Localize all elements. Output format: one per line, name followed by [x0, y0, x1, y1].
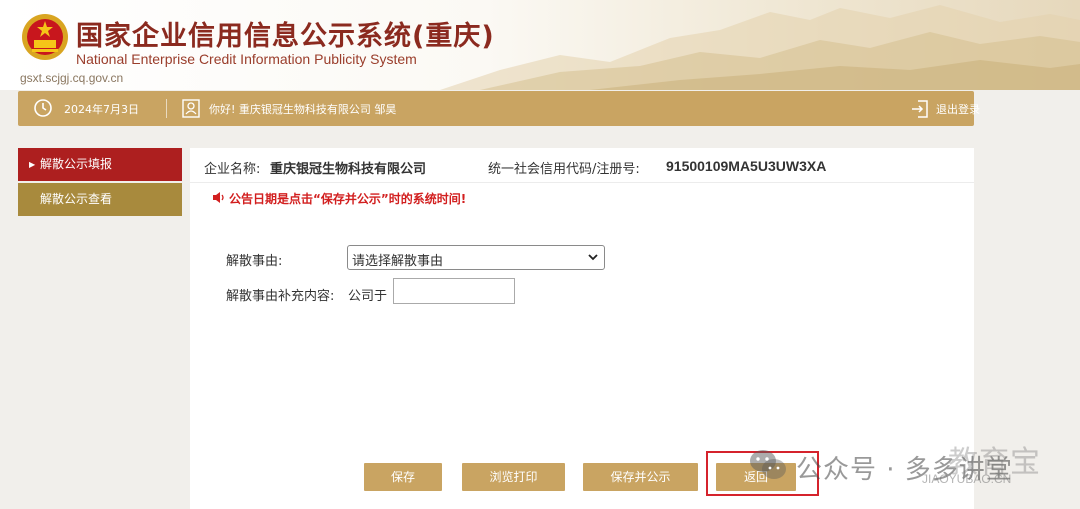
chevron-down-icon — [588, 254, 598, 261]
company-name-label: 企业名称: — [204, 162, 261, 177]
current-date: 2024年7月3日 — [64, 103, 139, 116]
dissolution-reason-select[interactable]: 请选择解散事由 — [347, 245, 605, 270]
company-info-bar: 企业名称: 重庆银冠生物科技有限公司 统一社会信用代码/注册号: 9150010… — [190, 148, 974, 183]
site-url: gsxt.scjgj.cq.gov.cn — [20, 71, 124, 85]
save-button[interactable]: 保存 — [364, 463, 442, 491]
select-value: 请选择解散事由 — [352, 254, 444, 269]
site-subtitle-english: National Enterprise Credit Information P… — [76, 51, 417, 67]
speaker-icon — [213, 192, 224, 203]
logout-icon — [912, 100, 928, 118]
save-publish-button[interactable]: 保存并公示 — [583, 463, 698, 491]
credit-code-label: 统一社会信用代码/注册号: — [488, 162, 640, 177]
user-id-icon — [182, 99, 200, 118]
sidebar-menu: ▶ 解散公示填报 解散公示查看 — [18, 148, 182, 216]
site-title: 国家企业信用信息公示系统(重庆) — [76, 21, 495, 52]
preview-print-button[interactable]: 浏览打印 — [462, 463, 565, 491]
dissolution-reason-label: 解散事由: — [226, 254, 283, 269]
sidebar-item-label: 解散公示填报 — [40, 157, 113, 171]
sidebar-item-label: 解散公示查看 — [40, 192, 113, 206]
user-info-bar: 2024年7月3日 你好! 重庆银冠生物科技有限公司 邹昊 退出登录 — [18, 91, 980, 126]
mountain-landscape-image — [440, 5, 1080, 90]
national-emblem-icon — [22, 14, 68, 60]
sidebar-item-dissolution-fill[interactable]: ▶ 解散公示填报 — [18, 148, 182, 181]
supplement-prefix: 公司于 — [348, 289, 388, 304]
highlight-box — [706, 451, 819, 496]
supplement-date-input[interactable] — [393, 278, 515, 304]
divider — [166, 99, 167, 118]
company-name-value: 重庆银冠生物科技有限公司 — [270, 162, 427, 177]
caret-right-icon: ▶ — [29, 160, 36, 169]
logout-button[interactable]: 退出登录 — [910, 99, 982, 119]
credit-code-value: 91500109MA5U3UW3XA — [666, 158, 827, 174]
sidebar-item-dissolution-view[interactable]: 解散公示查看 — [18, 183, 182, 216]
site-header: 国家企业信用信息公示系统(重庆) National Enterprise Cre… — [0, 0, 1080, 90]
main-panel: 企业名称: 重庆银冠生物科技有限公司 统一社会信用代码/注册号: 9150010… — [190, 148, 974, 509]
user-greeting: 你好! 重庆银冠生物科技有限公司 邹昊 — [209, 103, 397, 116]
clock-icon — [34, 99, 52, 117]
logout-label: 退出登录 — [936, 103, 980, 116]
notice-text: 公告日期是点击“保存并公示”时的系统时间! — [229, 192, 467, 206]
supplement-label: 解散事由补充内容: — [226, 289, 335, 304]
